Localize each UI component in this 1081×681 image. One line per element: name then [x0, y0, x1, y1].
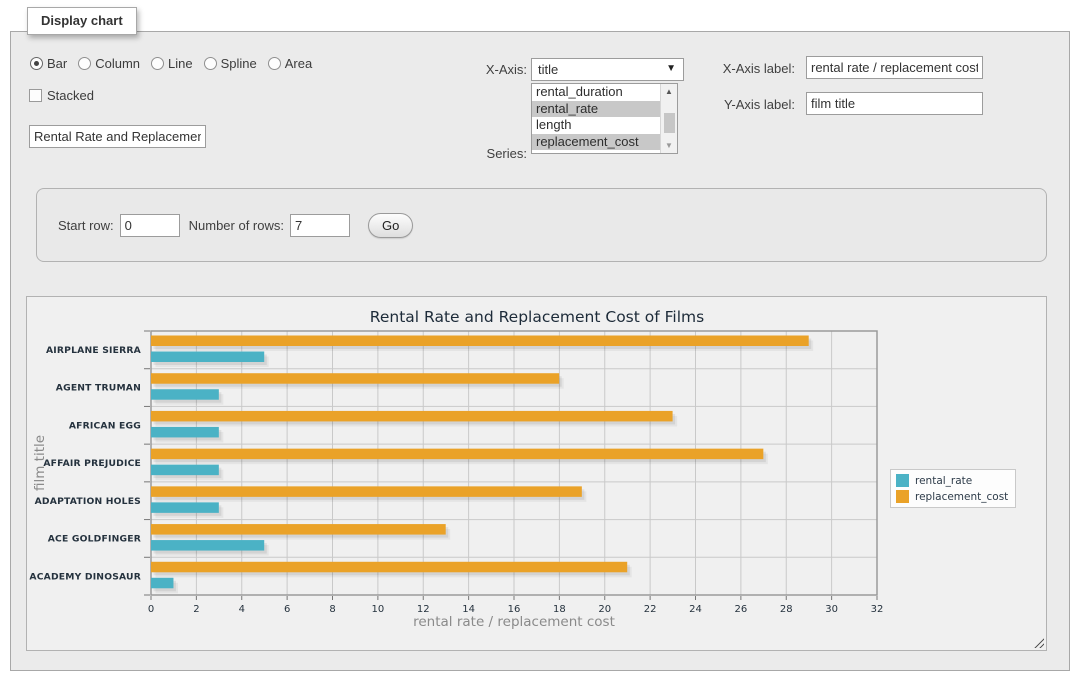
- display-chart-screen: Display chart Bar Column Line Spline Area St…: [0, 0, 1081, 681]
- start-row-label: Start row:: [58, 218, 114, 233]
- svg-text:ACE GOLDFINGER: ACE GOLDFINGER: [48, 534, 141, 545]
- chart-canvas: AIRPLANE SIERRA AGENT TRUMAN AFRICAN EGG AF…: [26, 296, 1047, 651]
- x-axis-label-label: X-Axis label:: [696, 61, 795, 76]
- series-option-rental_rate[interactable]: rental_rate: [532, 101, 660, 118]
- series-list-label: Series:: [440, 146, 527, 161]
- stacked-label: Stacked: [47, 88, 94, 103]
- chart-type-line[interactable]: Line: [151, 56, 193, 71]
- chart-type-group: Bar Column Line Spline Area: [30, 56, 312, 71]
- bar-rental_rate: [151, 578, 173, 589]
- svg-text:28: 28: [780, 604, 793, 615]
- row-range-panel: Start row: Number of rows: Go: [36, 188, 1047, 262]
- chart-type-label: Spline: [221, 56, 257, 71]
- bar-replacement_cost: [151, 524, 446, 535]
- bar-replacement_cost: [151, 373, 559, 384]
- svg-text:AFFAIR PREJUDICE: AFFAIR PREJUDICE: [43, 458, 141, 469]
- y-axis-title: film title: [32, 435, 48, 491]
- start-row-input[interactable]: [120, 214, 180, 237]
- radio-icon[interactable]: [204, 57, 217, 70]
- svg-text:10: 10: [372, 604, 385, 615]
- svg-text:AGENT TRUMAN: AGENT TRUMAN: [56, 383, 141, 394]
- axis-ticks: [144, 331, 877, 600]
- series-option-length[interactable]: length: [532, 117, 660, 134]
- series-listbox[interactable]: rental_durationrental_ratelengthreplacem…: [531, 83, 678, 154]
- svg-text:30: 30: [825, 604, 838, 615]
- series-options: rental_durationrental_ratelengthreplacem…: [532, 84, 660, 153]
- svg-text:24: 24: [689, 604, 702, 615]
- legend-item-rental_rate: rental_rate: [896, 474, 1008, 487]
- svg-text:32: 32: [871, 604, 884, 615]
- bar-replacement_cost: [151, 411, 673, 422]
- x-axis-selected-value: title: [538, 62, 558, 77]
- bar-rental_rate: [151, 465, 219, 476]
- legend-swatch-icon: [896, 474, 909, 487]
- chart-type-column[interactable]: Column: [78, 56, 140, 71]
- svg-text:ACADEMY DINOSAUR: ACADEMY DINOSAUR: [29, 571, 141, 582]
- series-scrollbar[interactable]: ▲ ▼: [660, 84, 677, 153]
- svg-text:4: 4: [239, 604, 245, 615]
- scroll-down-icon[interactable]: ▼: [661, 138, 677, 153]
- x-axis-label-input[interactable]: [806, 56, 983, 79]
- stacked-checkbox-row[interactable]: Stacked: [29, 88, 94, 103]
- num-rows-input[interactable]: [290, 214, 350, 237]
- scroll-up-icon[interactable]: ▲: [661, 84, 677, 99]
- y-axis-label-input[interactable]: [806, 92, 983, 115]
- series-option-rental_duration[interactable]: rental_duration: [532, 84, 660, 101]
- bar-rental_rate: [151, 540, 264, 551]
- bar-replacement_cost: [151, 562, 627, 573]
- bar-replacement_cost: [151, 336, 809, 347]
- svg-text:26: 26: [735, 604, 748, 615]
- go-button[interactable]: Go: [368, 213, 413, 238]
- chart-type-label: Area: [285, 56, 312, 71]
- chart-title: Rental Rate and Replacement Cost of Film…: [370, 308, 704, 326]
- chart-type-bar[interactable]: Bar: [30, 56, 67, 71]
- radio-icon[interactable]: [78, 57, 91, 70]
- radio-icon[interactable]: [30, 57, 43, 70]
- chart-type-label: Column: [95, 56, 140, 71]
- stacked-checkbox[interactable]: [29, 89, 42, 102]
- chart-legend: rental_rate replacement_cost: [890, 469, 1016, 508]
- chevron-down-icon: ▼: [666, 63, 676, 74]
- x-axis-title: rental rate / replacement cost: [413, 614, 615, 630]
- bar-rental_rate: [151, 502, 219, 513]
- legend-label: rental_rate: [915, 475, 972, 487]
- svg-text:6: 6: [284, 604, 290, 615]
- bar-replacement_cost: [151, 486, 582, 497]
- svg-text:0: 0: [148, 604, 154, 615]
- chart-type-spline[interactable]: Spline: [204, 56, 257, 71]
- svg-text:2: 2: [193, 604, 199, 615]
- chart-title-input[interactable]: [29, 125, 206, 148]
- chart-type-area[interactable]: Area: [268, 56, 312, 71]
- series-option-replacement_cost[interactable]: replacement_cost: [532, 134, 660, 151]
- bar-rental_rate: [151, 427, 219, 438]
- bar-groups: [151, 336, 813, 594]
- svg-text:8: 8: [329, 604, 335, 615]
- svg-text:22: 22: [644, 604, 657, 615]
- bar-rental_rate: [151, 352, 264, 363]
- svg-text:AIRPLANE SIERRA: AIRPLANE SIERRA: [46, 345, 142, 356]
- svg-text:AFRICAN EGG: AFRICAN EGG: [69, 420, 141, 431]
- legend-label: replacement_cost: [915, 491, 1008, 503]
- radio-icon[interactable]: [268, 57, 281, 70]
- legend-swatch-icon: [896, 490, 909, 503]
- scrollbar-thumb[interactable]: [664, 113, 675, 133]
- legend-item-replacement_cost: replacement_cost: [896, 490, 1008, 503]
- svg-text:ADAPTATION HOLES: ADAPTATION HOLES: [35, 496, 141, 507]
- bar-rental_rate: [151, 389, 219, 400]
- num-rows-label: Number of rows:: [189, 218, 284, 233]
- chart-type-label: Bar: [47, 56, 67, 71]
- chart-type-label: Line: [168, 56, 193, 71]
- bar-replacement_cost: [151, 449, 763, 460]
- radio-icon[interactable]: [151, 57, 164, 70]
- y-axis-label-label: Y-Axis label:: [696, 97, 795, 112]
- x-axis-select[interactable]: title ▼: [531, 58, 684, 81]
- fieldset-legend: Display chart: [27, 7, 137, 35]
- x-axis-select-label: X-Axis:: [440, 62, 527, 77]
